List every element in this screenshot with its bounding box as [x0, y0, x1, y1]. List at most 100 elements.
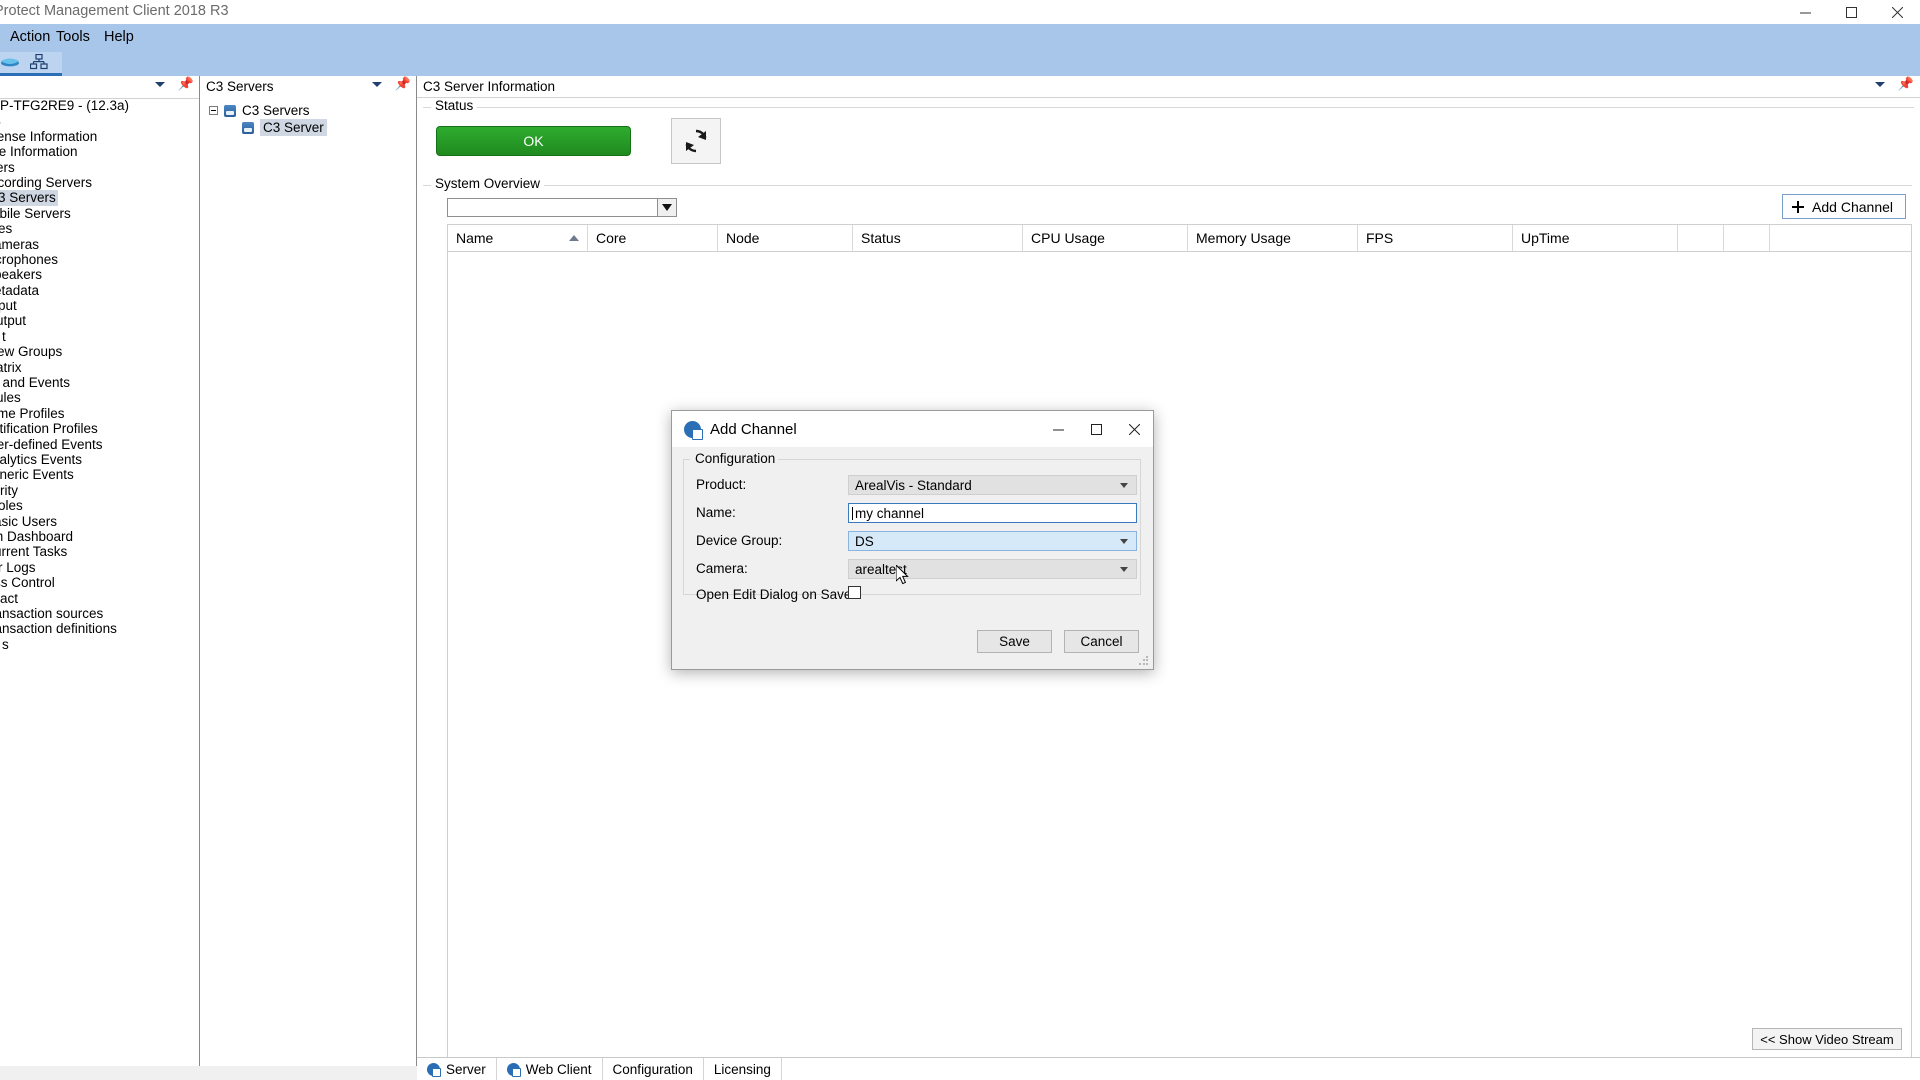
collapse-expander-icon[interactable]: [209, 106, 218, 115]
pin-icon[interactable]: 📌: [395, 77, 411, 90]
sidebar-item[interactable]: ers: [0, 160, 199, 175]
sidebar-item[interactable]: put: [0, 298, 199, 313]
sidebar-item[interactable]: t: [0, 329, 199, 344]
open-edit-dialog-checkbox[interactable]: [848, 586, 861, 599]
column-header[interactable]: Memory Usage: [1188, 225, 1358, 251]
filter-icon[interactable]: [657, 199, 676, 216]
device-group-select[interactable]: DS: [848, 531, 1137, 551]
main-panel-header: C3 Server Information 📌: [417, 76, 1920, 98]
sidebar-item[interactable]: asic Users: [0, 514, 199, 529]
sidebar-item[interactable]: 3 Servers: [0, 190, 199, 206]
sidebar-item[interactable]: oles: [0, 498, 199, 513]
column-header[interactable]: Core: [588, 225, 718, 251]
sidebar-item[interactable]: ite Information: [0, 144, 199, 159]
resize-grip[interactable]: [1138, 655, 1150, 667]
sidebar-item[interactable]: ransaction sources: [0, 606, 199, 621]
sidebar-item[interactable]: ecording Servers: [0, 175, 199, 190]
minimize-icon[interactable]: [1782, 0, 1828, 24]
menu-item-tools[interactable]: Tools: [56, 29, 90, 45]
filter-input[interactable]: [447, 198, 677, 217]
sidebar-item[interactable]: ransaction definitions: [0, 621, 199, 636]
sidebar-item[interactable]: s: [0, 113, 199, 128]
save-button[interactable]: Save: [977, 630, 1052, 653]
sidebar-item[interactable]: s and Events: [0, 375, 199, 390]
minimize-icon[interactable]: [1039, 411, 1077, 447]
sidebar-item[interactable]: cense Information: [0, 129, 199, 144]
column-header[interactable]: [1724, 225, 1770, 251]
status-legend: Status: [431, 98, 478, 113]
chevron-down-icon[interactable]: [371, 81, 382, 87]
sidebar-item[interactable]: ameras: [0, 237, 199, 252]
sidebar-item[interactable]: m Dashboard: [0, 529, 199, 544]
add-channel-button[interactable]: Add Channel: [1782, 194, 1906, 219]
chevron-down-icon[interactable]: [1874, 81, 1885, 87]
tree-node-c3-servers-root[interactable]: C3 Servers: [200, 102, 416, 119]
device-group-value: DS: [855, 533, 874, 549]
refresh-icon: [685, 129, 707, 153]
sidebar-item[interactable]: urrent Tasks: [0, 544, 199, 559]
toolbar-tab-site-navigation[interactable]: [0, 52, 62, 76]
c3-servers-title: C3 Servers: [206, 79, 274, 94]
show-video-stream-button[interactable]: << Show Video Stream: [1752, 1028, 1902, 1050]
menu-item-help[interactable]: Help: [104, 29, 134, 45]
menu-item-action[interactable]: Action: [10, 29, 50, 45]
sidebar-item[interactable]: P-TFG2RE9 - (12.3a): [0, 98, 199, 113]
chevron-down-icon[interactable]: [154, 81, 165, 87]
column-header[interactable]: Node: [718, 225, 853, 251]
tab-configuration[interactable]: Configuration: [602, 1058, 704, 1080]
window-title: Protect Management Client 2018 R3: [0, 3, 229, 19]
column-header[interactable]: Status: [853, 225, 1023, 251]
cancel-button[interactable]: Cancel: [1064, 630, 1139, 653]
sidebar-item-label: oles: [0, 498, 23, 514]
sidebar-item[interactable]: iew Groups: [0, 344, 199, 359]
close-icon[interactable]: [1874, 0, 1920, 24]
sidebar-item[interactable]: r Logs: [0, 560, 199, 575]
sidebar-item[interactable]: peakers: [0, 267, 199, 282]
c3-servers-tree[interactable]: C3 Servers C3 Server: [200, 98, 416, 1066]
sidebar-item[interactable]: nalytics Events: [0, 452, 199, 467]
column-header[interactable]: CPU Usage: [1023, 225, 1188, 251]
sidebar-item[interactable]: ss Control: [0, 575, 199, 590]
name-input[interactable]: my channel: [848, 503, 1137, 523]
close-icon[interactable]: [1115, 411, 1153, 447]
pin-icon[interactable]: 📌: [1898, 77, 1914, 90]
camera-select[interactable]: arealtest: [848, 559, 1137, 579]
pin-icon[interactable]: 📌: [178, 77, 194, 90]
bottom-tab-bar: Server Web Client Configuration Licensin…: [417, 1057, 1920, 1080]
product-select[interactable]: ArealVis - Standard: [848, 475, 1137, 495]
field-row-name: Name: my channel: [696, 503, 1137, 525]
tool-bar: [0, 52, 1920, 76]
sidebar-item[interactable]: eneric Events: [0, 467, 199, 482]
tab-server[interactable]: Server: [417, 1058, 497, 1080]
sidebar-item[interactable]: ser-defined Events: [0, 437, 199, 452]
sidebar-item[interactable]: icrophones: [0, 252, 199, 267]
sidebar-item[interactable]: atrix: [0, 360, 199, 375]
system-overview-legend: System Overview: [431, 176, 545, 191]
sidebar-item[interactable]: es: [0, 221, 199, 236]
sidebar-item[interactable]: act: [0, 591, 199, 606]
tree-node-c3-server[interactable]: C3 Server: [200, 119, 416, 136]
column-header[interactable]: [1678, 225, 1724, 251]
sidebar-item[interactable]: obile Servers: [0, 206, 199, 221]
site-navigation-tree[interactable]: P-TFG2RE9 - (12.3a)scense Informationite…: [0, 98, 199, 1066]
sidebar-item[interactable]: rity: [0, 483, 199, 498]
site-navigation-header-icons: 📌: [154, 77, 194, 90]
product-label: Product:: [696, 477, 747, 492]
tab-web-client[interactable]: Web Client: [496, 1058, 603, 1080]
channels-table[interactable]: Name Core Node Status CPU Usage Memory Usage F…: [447, 224, 1912, 1060]
sidebar-item[interactable]: utput: [0, 313, 199, 328]
sidebar-item[interactable]: ime Profiles: [0, 406, 199, 421]
maximize-icon[interactable]: [1828, 0, 1874, 24]
sidebar-item[interactable]: etadata: [0, 283, 199, 298]
column-header[interactable]: Name: [448, 225, 588, 251]
column-header[interactable]: UpTime: [1513, 225, 1678, 251]
tab-licensing[interactable]: Licensing: [703, 1058, 782, 1080]
sidebar-item[interactable]: ules: [0, 390, 199, 405]
column-header[interactable]: FPS: [1358, 225, 1513, 251]
column-header-label: FPS: [1366, 230, 1394, 246]
refresh-button[interactable]: [671, 118, 721, 164]
sidebar-item[interactable]: otification Profiles: [0, 421, 199, 436]
name-input-value: my channel: [855, 505, 925, 521]
maximize-icon[interactable]: [1077, 411, 1115, 447]
sidebar-item[interactable]: s: [0, 637, 199, 652]
